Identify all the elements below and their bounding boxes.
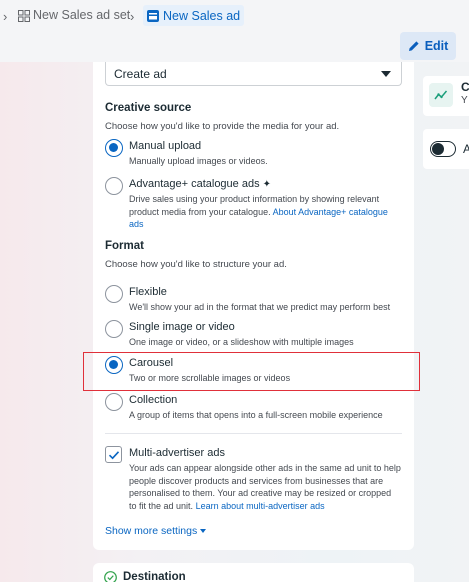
radio-single-image-video[interactable] [105, 320, 123, 338]
format-title: Format [105, 240, 144, 252]
ad-setup-select-value: Create ad [114, 66, 167, 81]
edit-button[interactable]: Edit [400, 32, 456, 60]
radio-flexible[interactable] [105, 285, 123, 303]
option-label-wrap: Advantage+ catalogue ads ✦ [129, 178, 271, 190]
toggle-label: A [463, 142, 469, 156]
radio-collection[interactable] [105, 393, 123, 411]
option-description: A group of items that opens into a full-… [129, 410, 383, 420]
sparkle-icon: ✦ [262, 179, 272, 190]
ad-setup-select[interactable]: Create ad [105, 62, 402, 86]
option-label: Collection [129, 394, 178, 406]
top-bar: › New Sales ad set › New Sales ad Edit [0, 0, 469, 62]
side-card-subtitle: Y [461, 95, 468, 106]
radio-advantage-catalogue[interactable] [105, 177, 123, 195]
option-description: We'll show your ad in the format that we… [129, 302, 391, 312]
destination-card[interactable]: Destination [93, 563, 414, 582]
show-more-settings-link[interactable]: Show more settings [105, 525, 207, 537]
learn-multi-advertiser-link[interactable]: Learn about multi-advertiser ads [196, 501, 325, 511]
breadcrumb-ad-set[interactable]: New Sales ad set [33, 8, 130, 22]
option-label: Multi-advertiser ads [129, 447, 225, 459]
option-label: Single image or video [129, 321, 235, 333]
ad-icon [147, 9, 159, 22]
divider [105, 433, 402, 434]
breadcrumb-ad-label: New Sales ad [163, 8, 241, 23]
radio-manual-upload[interactable] [105, 139, 123, 157]
edit-button-label: Edit [424, 39, 449, 53]
multi-advertiser-checkbox[interactable] [105, 446, 122, 463]
show-more-label: Show more settings [105, 525, 198, 537]
destination-title: Destination [123, 571, 186, 582]
toggle-knob [432, 143, 444, 155]
option-description: One image or video, or a slideshow with … [129, 337, 354, 347]
option-description: Manually upload images or videos. [129, 156, 268, 166]
option-label: Advantage+ catalogue ads [129, 178, 260, 190]
check-circle-icon [104, 571, 117, 582]
breadcrumb-ad[interactable]: New Sales ad [143, 5, 245, 26]
creative-source-description: Choose how you'd like to provide the med… [105, 121, 340, 132]
caret-down-icon [200, 529, 207, 533]
trend-icon-box [429, 83, 453, 107]
caret-down-icon [381, 71, 391, 77]
option-description-wrap: Drive sales using your product informati… [129, 193, 404, 231]
side-toggle-card: A [423, 129, 469, 169]
chevron-right-icon: › [130, 9, 135, 24]
trend-icon [434, 90, 448, 100]
grid-icon [18, 10, 30, 22]
option-label: Flexible [129, 286, 167, 298]
creative-source-title: Creative source [105, 102, 192, 114]
option-label: Manual upload [129, 140, 202, 152]
selection-highlight-box [83, 352, 420, 391]
format-description: Choose how you'd like to structure your … [105, 259, 287, 270]
checkmark-icon [108, 451, 120, 460]
side-card[interactable]: C Y [423, 76, 469, 116]
option-description-wrap: Your ads can appear alongside other ads … [129, 462, 401, 512]
ad-setup-card: Create ad Creative source Choose how you… [93, 62, 414, 550]
pencil-icon [408, 41, 419, 51]
side-card-title: C [461, 80, 469, 94]
chevron-right-icon: › [3, 9, 8, 24]
